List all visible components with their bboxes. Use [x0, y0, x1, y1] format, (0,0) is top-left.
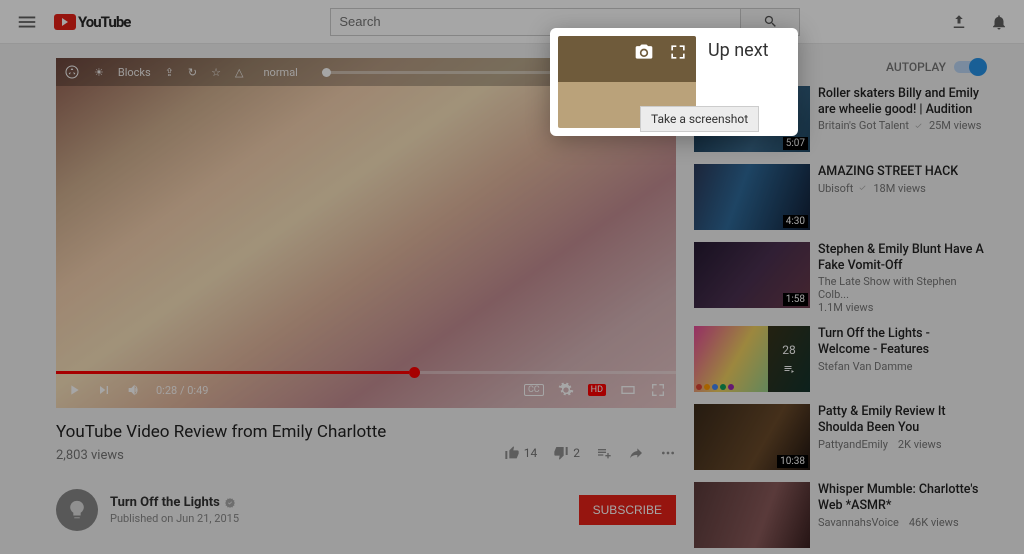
list-item[interactable]: 10:38 Patty & Emily Review It Shoulda Be… — [694, 404, 984, 470]
expand-icon[interactable] — [668, 42, 688, 62]
loop-icon[interactable]: ↻ — [188, 66, 197, 79]
add-to-button[interactable] — [596, 445, 612, 461]
autoplay-toggle[interactable] — [954, 61, 984, 73]
playlist-icon — [781, 363, 797, 375]
time-display: 0:28 / 0:49 — [156, 384, 208, 397]
hd-badge[interactable]: HD — [588, 384, 606, 396]
like-button[interactable]: 14 — [504, 445, 538, 461]
settings-icon[interactable] — [558, 382, 574, 398]
play-icon — [54, 14, 76, 30]
brand-icon — [64, 64, 80, 80]
search-icon — [763, 14, 778, 29]
next-button[interactable] — [96, 382, 112, 398]
mode-label[interactable]: normal — [263, 66, 297, 79]
item-channel: Ubisoft18M views — [818, 182, 958, 195]
list-item[interactable]: 4:30 AMAZING STREET HACK Ubisoft18M view… — [694, 164, 984, 230]
flask-icon[interactable]: △ — [235, 66, 243, 79]
youtube-logo[interactable]: YouTube — [54, 13, 130, 31]
app-header: YouTube — [0, 0, 1024, 44]
fullscreen-icon[interactable] — [650, 382, 666, 398]
queue-count: 28 — [782, 343, 796, 357]
item-channel: Stefan Van Damme — [818, 360, 984, 373]
share-icon[interactable]: ⇪ — [165, 66, 174, 79]
thumbs-down-icon — [553, 445, 569, 461]
video-thumbnail: 10:38 — [694, 404, 810, 470]
more-button[interactable] — [660, 445, 676, 461]
item-views: 1.1M views — [818, 301, 984, 314]
item-channel: The Late Show with Stephen Colb... — [818, 275, 984, 301]
camera-icon[interactable] — [634, 42, 654, 62]
item-title: Roller skaters Billy and Emily are wheel… — [818, 86, 984, 117]
list-item[interactable]: 1:58 Stephen & Emily Blunt Have A Fake V… — [694, 242, 984, 314]
sun-icon[interactable]: ☀ — [94, 66, 104, 79]
item-title: AMAZING STREET HACK — [818, 164, 958, 180]
item-channel: Britain's Got Talent25M views — [818, 119, 984, 132]
screenshot-popup: Up next Take a screenshot — [550, 28, 798, 136]
verified-icon — [857, 182, 869, 194]
share-button[interactable] — [628, 445, 644, 461]
channel-avatar[interactable] — [56, 489, 98, 531]
duration-badge: 1:58 — [783, 293, 808, 306]
video-title: YouTube Video Review from Emily Charlott… — [56, 422, 676, 442]
autoplay-label: AUTOPLAY — [886, 60, 946, 74]
item-title: Patty & Emily Review It Shoulda Been You — [818, 404, 984, 435]
blocks-label[interactable]: Blocks — [118, 66, 151, 79]
video-thumbnail: 4:30 — [694, 164, 810, 230]
duration-badge: 10:38 — [777, 455, 808, 468]
bell-icon[interactable] — [990, 13, 1008, 31]
channel-name[interactable]: Turn Off the Lights — [110, 495, 239, 510]
popup-label: Up next — [708, 40, 769, 61]
list-item[interactable]: Whisper Mumble: Charlotte's Web *ASMR* S… — [694, 482, 984, 548]
thumbs-up-icon — [504, 445, 520, 461]
lightbulb-icon — [66, 499, 88, 521]
player-controls: 0:28 / 0:49 CC HD — [56, 372, 676, 408]
item-title: Turn Off the Lights - Welcome - Features — [818, 326, 984, 357]
video-thumbnail: 28 — [694, 326, 810, 392]
theater-icon[interactable] — [620, 382, 636, 398]
duration-badge: 4:30 — [783, 215, 808, 228]
publish-date: Published on Jun 21, 2015 — [110, 512, 239, 525]
duration-badge: 5:07 — [783, 137, 808, 150]
upload-icon[interactable] — [950, 13, 968, 31]
item-channel: PattyandEmily2K views — [818, 438, 984, 451]
volume-icon[interactable] — [126, 382, 142, 398]
share-arrow-icon — [628, 445, 644, 461]
hamburger-icon[interactable] — [16, 11, 38, 33]
list-item[interactable]: 28 Turn Off the Lights - Welcome - Featu… — [694, 326, 984, 392]
screenshot-tooltip: Take a screenshot — [640, 106, 759, 132]
dislike-button[interactable]: 2 — [553, 445, 580, 461]
video-thumbnail — [694, 482, 810, 548]
video-thumbnail: 1:58 — [694, 242, 810, 308]
action-row: 14 2 — [56, 445, 676, 461]
play-button[interactable] — [66, 382, 82, 398]
item-title: Stephen & Emily Blunt Have A Fake Vomit-… — [818, 242, 984, 273]
playlist-add-icon — [596, 445, 612, 461]
more-horizontal-icon — [660, 445, 676, 461]
logo-text: YouTube — [78, 13, 130, 31]
verified-icon — [224, 497, 236, 509]
star-icon[interactable]: ☆ — [211, 66, 221, 79]
cc-button[interactable]: CC — [524, 384, 544, 396]
subscribe-button[interactable]: SUBSCRIBE — [579, 495, 676, 525]
verified-icon — [913, 120, 925, 132]
queue-overlay[interactable]: 28 — [768, 326, 810, 392]
channel-row: Turn Off the Lights Published on Jun 21,… — [56, 489, 676, 531]
item-title: Whisper Mumble: Charlotte's Web *ASMR* — [818, 482, 984, 513]
color-dots — [696, 384, 734, 390]
item-channel: SavannahsVoice46K views — [818, 516, 984, 529]
